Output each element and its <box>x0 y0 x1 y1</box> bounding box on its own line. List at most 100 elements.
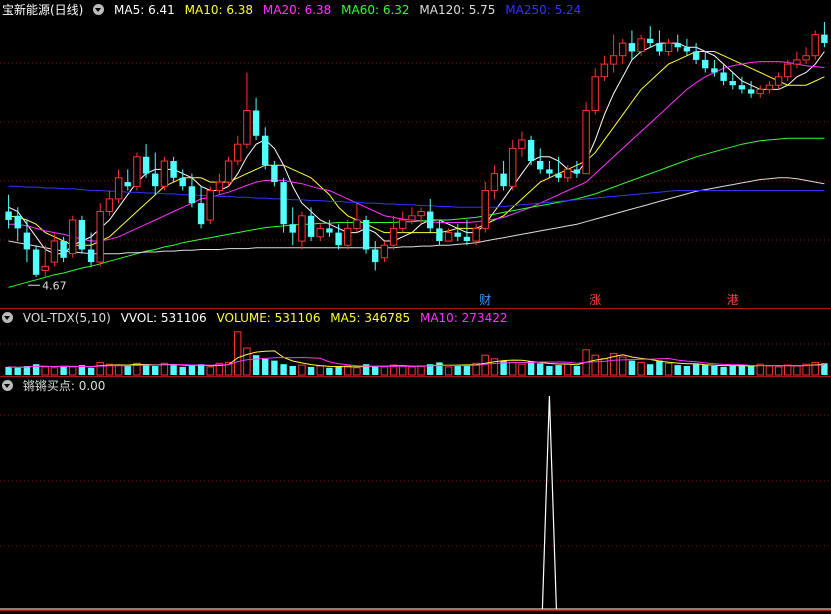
candle <box>702 51 709 73</box>
candle <box>78 215 86 254</box>
candle-body <box>60 241 67 258</box>
candle-body <box>408 215 416 221</box>
grid-lines <box>0 62 831 547</box>
candle-body <box>774 76 783 86</box>
candle-body <box>683 47 691 52</box>
candle-body <box>160 160 169 187</box>
volume-bar <box>380 366 389 376</box>
candle <box>711 59 718 77</box>
volume-bar <box>417 365 425 376</box>
candle-body <box>490 173 499 191</box>
volume-bar <box>280 364 287 375</box>
volume-bar <box>647 364 654 375</box>
candle-body <box>326 228 333 233</box>
candle-body <box>179 177 186 187</box>
candle-body <box>307 215 315 237</box>
candle-body <box>518 139 526 149</box>
candle-body <box>609 55 618 65</box>
candle-body <box>674 43 681 48</box>
candle <box>206 186 214 225</box>
candle <box>124 169 131 191</box>
candle-body <box>170 161 177 178</box>
candle-body <box>14 215 21 229</box>
volume-bar <box>243 347 251 376</box>
candle <box>527 135 535 166</box>
volume-bar <box>353 367 361 376</box>
volume-bar <box>408 366 416 376</box>
candle-body <box>573 169 581 174</box>
ma20-line <box>8 61 825 242</box>
volume-bar <box>555 365 562 375</box>
candle <box>197 186 205 229</box>
volume-bar <box>289 366 296 375</box>
candle <box>170 156 177 183</box>
candle <box>481 182 489 233</box>
candle <box>152 152 159 195</box>
volume-bar <box>674 365 681 375</box>
candle <box>262 127 269 170</box>
candle <box>133 152 141 191</box>
moving-average-lines <box>8 42 825 288</box>
volume-bar <box>518 363 526 376</box>
candle-body <box>41 265 49 271</box>
candle-body <box>702 59 709 69</box>
candle <box>582 102 590 175</box>
candle <box>316 224 324 242</box>
volume-bar <box>41 366 49 376</box>
volume-bar <box>564 363 572 376</box>
ma5-line <box>8 42 825 255</box>
candle <box>692 43 700 65</box>
volume-bar <box>60 366 67 375</box>
candle <box>69 215 77 258</box>
candlesticks <box>5 22 828 278</box>
candle-body <box>32 249 40 275</box>
volume-bar <box>344 365 352 376</box>
candle <box>573 161 581 178</box>
candle-body <box>747 89 755 94</box>
volume-bar <box>170 365 177 375</box>
volume-bar <box>399 365 407 376</box>
candle-body <box>784 63 792 78</box>
volume-bar <box>142 364 150 375</box>
event-marker-label: 财 <box>479 293 491 307</box>
candle-body <box>427 211 434 229</box>
candle-body <box>353 219 361 229</box>
volume-bar <box>124 366 131 375</box>
candle-body <box>362 220 370 250</box>
candle <box>215 173 224 195</box>
candle-body <box>105 198 114 212</box>
volume-bar <box>656 360 663 375</box>
candle <box>811 30 819 60</box>
volume-bar <box>372 366 379 375</box>
candle-body <box>738 85 746 90</box>
volume-bar <box>546 366 553 375</box>
volume-bar <box>711 366 718 375</box>
candle <box>628 30 636 60</box>
ma60-line <box>8 137 825 288</box>
candle-body <box>243 110 251 145</box>
volume-bar <box>683 366 691 375</box>
candle-body <box>234 143 242 162</box>
candle <box>372 241 379 271</box>
candle <box>224 156 233 187</box>
candle <box>362 215 370 254</box>
candle <box>664 38 673 56</box>
volume-bar <box>96 361 104 376</box>
stock-chart[interactable]: 财 涨 港 4.67 <box>0 0 831 614</box>
candle-body <box>399 219 407 229</box>
candle-body <box>591 76 599 112</box>
candle-body <box>637 38 645 52</box>
candle <box>756 85 764 98</box>
candle-body <box>537 161 544 170</box>
candle-body <box>5 211 12 220</box>
candle-body <box>711 68 718 73</box>
candle-body <box>344 227 352 246</box>
buy-signal <box>0 395 831 610</box>
candle-body <box>262 135 269 166</box>
candle <box>5 194 12 229</box>
candle-body <box>765 84 774 90</box>
candle-body <box>224 160 233 183</box>
candle <box>600 55 609 81</box>
candle-body <box>656 43 663 52</box>
low-price-label: 4.67 <box>42 279 66 292</box>
